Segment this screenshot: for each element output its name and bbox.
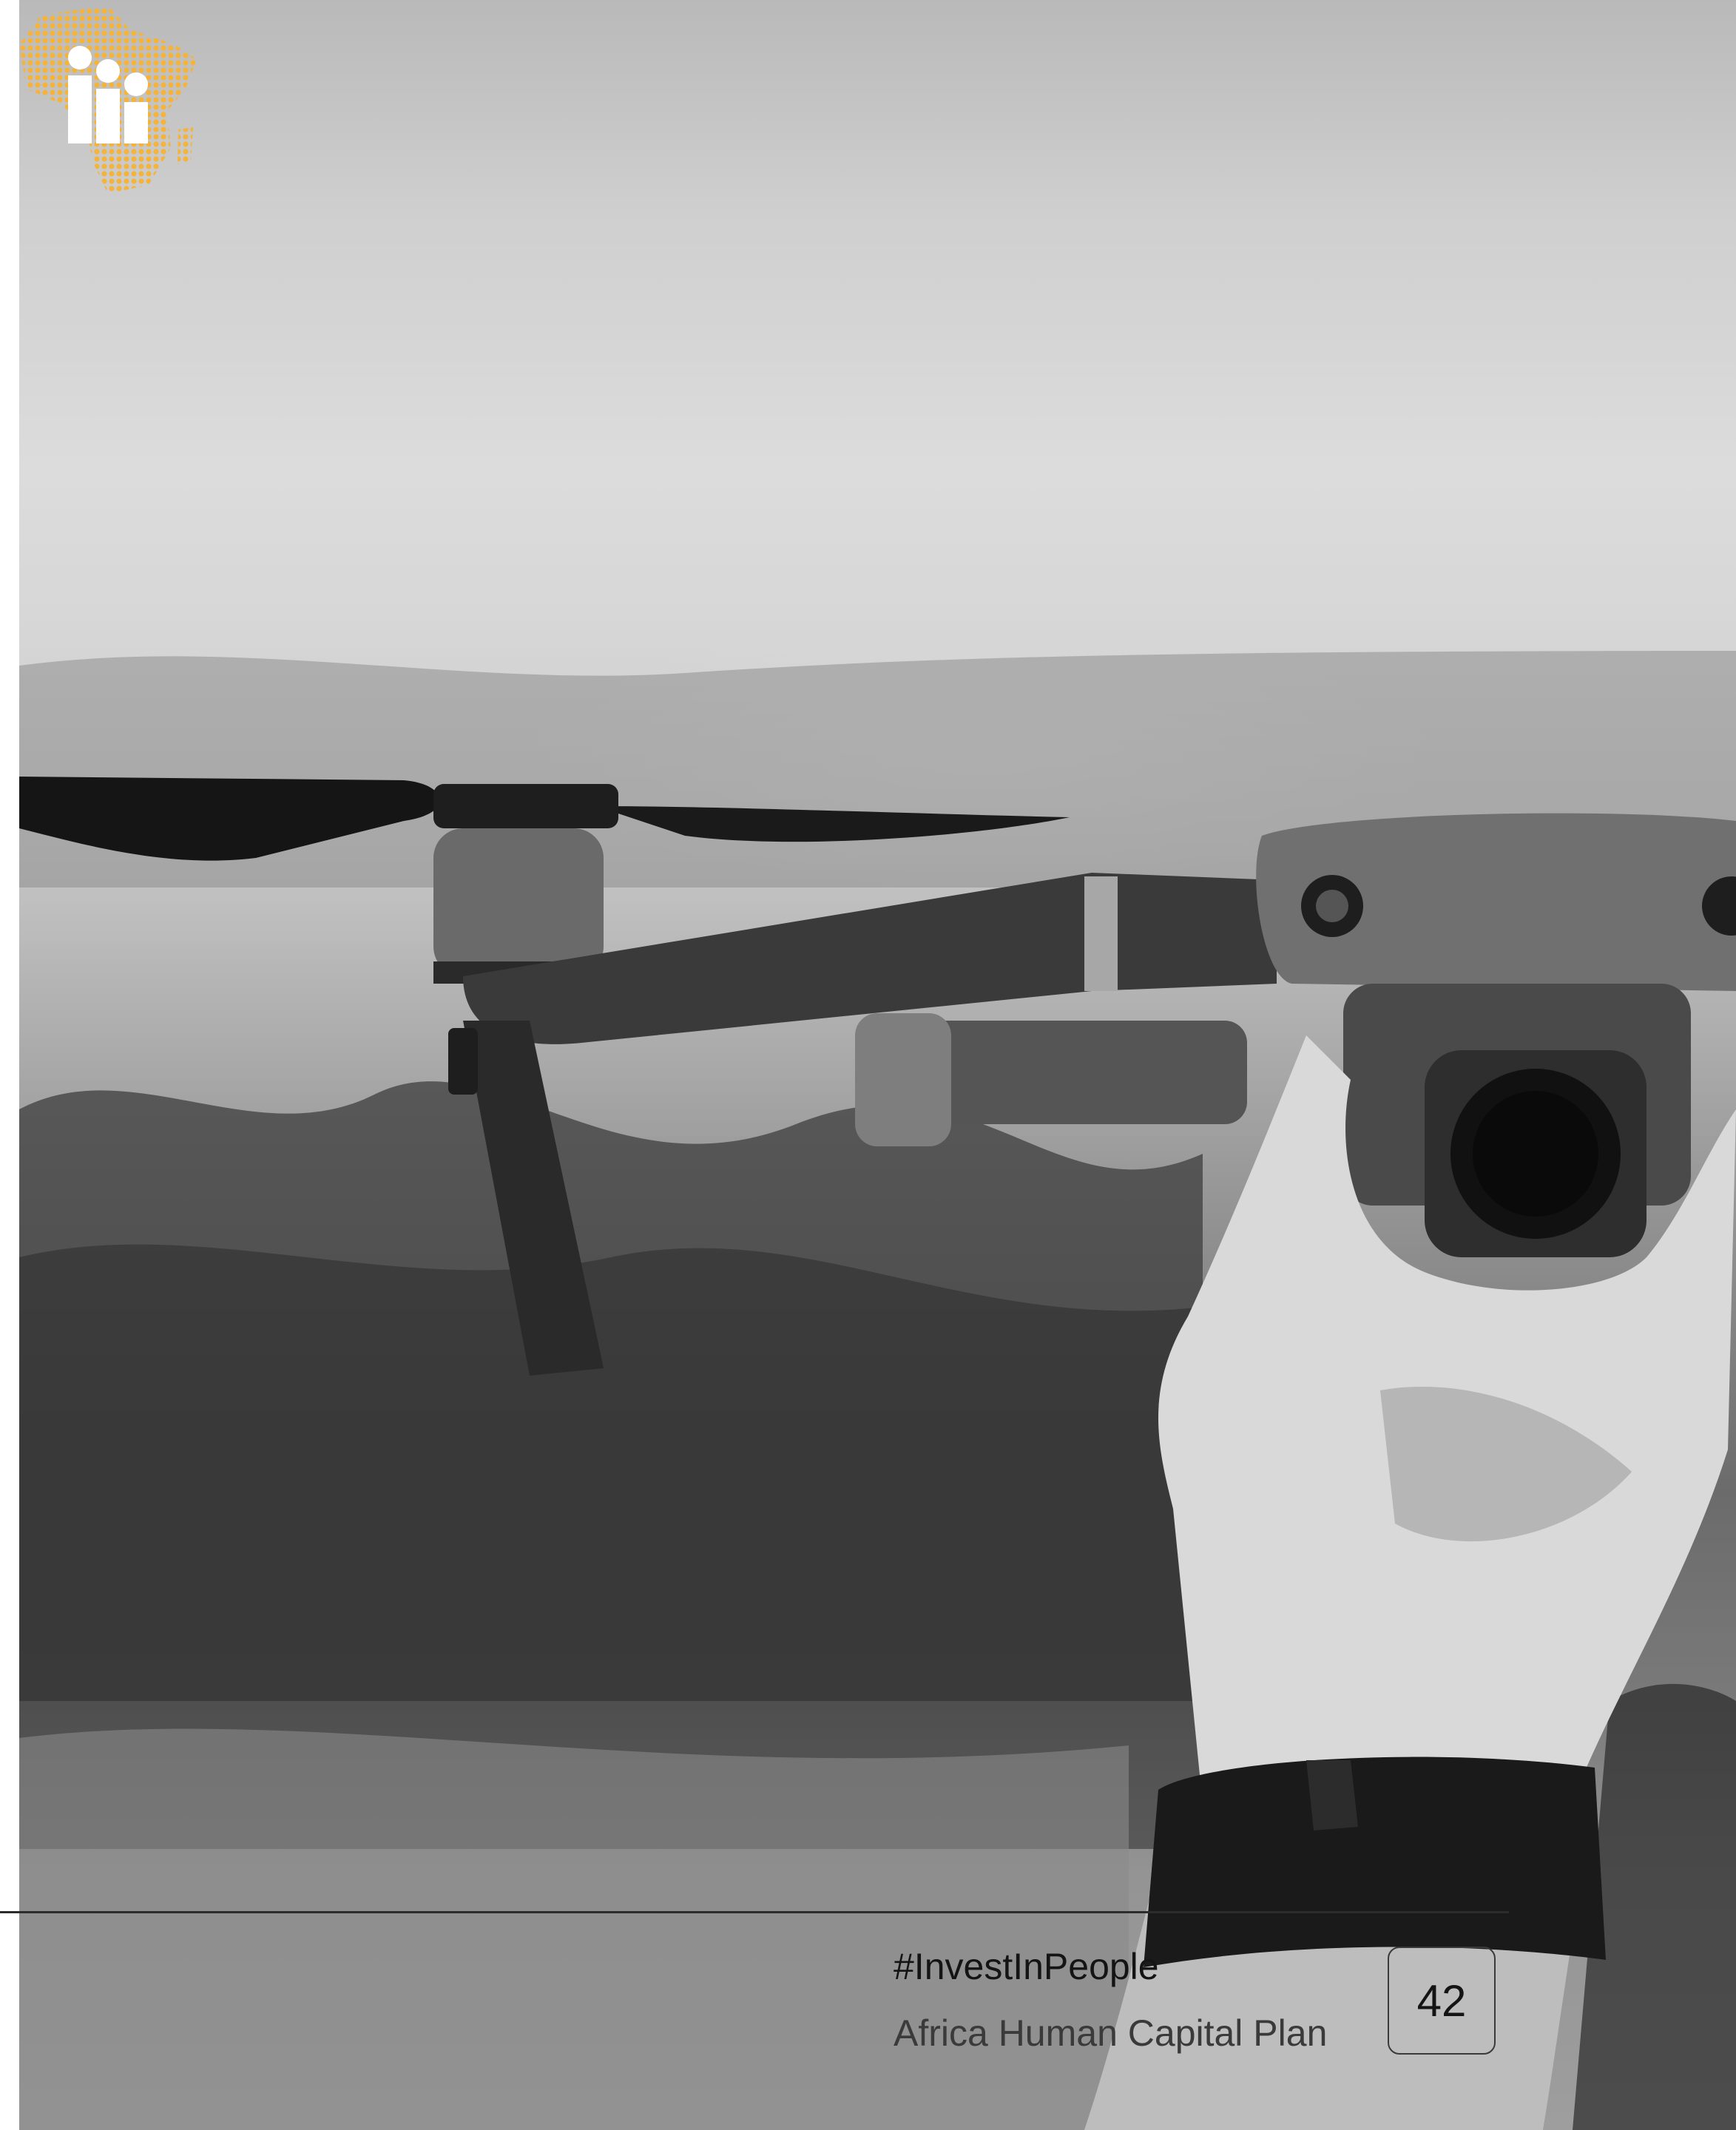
footer-rule (0, 1911, 1509, 1913)
footer-publication-title: Africa Human Capital Plan (894, 2012, 1328, 2054)
drone-photo-illustration (19, 651, 1736, 2130)
page-number: 42 (1416, 1975, 1467, 2026)
footer-hashtag: #InvestInPeople (894, 1946, 1159, 1987)
africa-human-capital-logo (19, 6, 197, 192)
drone-photo (19, 0, 1736, 2130)
page-number-box: 42 (1388, 1947, 1496, 2055)
